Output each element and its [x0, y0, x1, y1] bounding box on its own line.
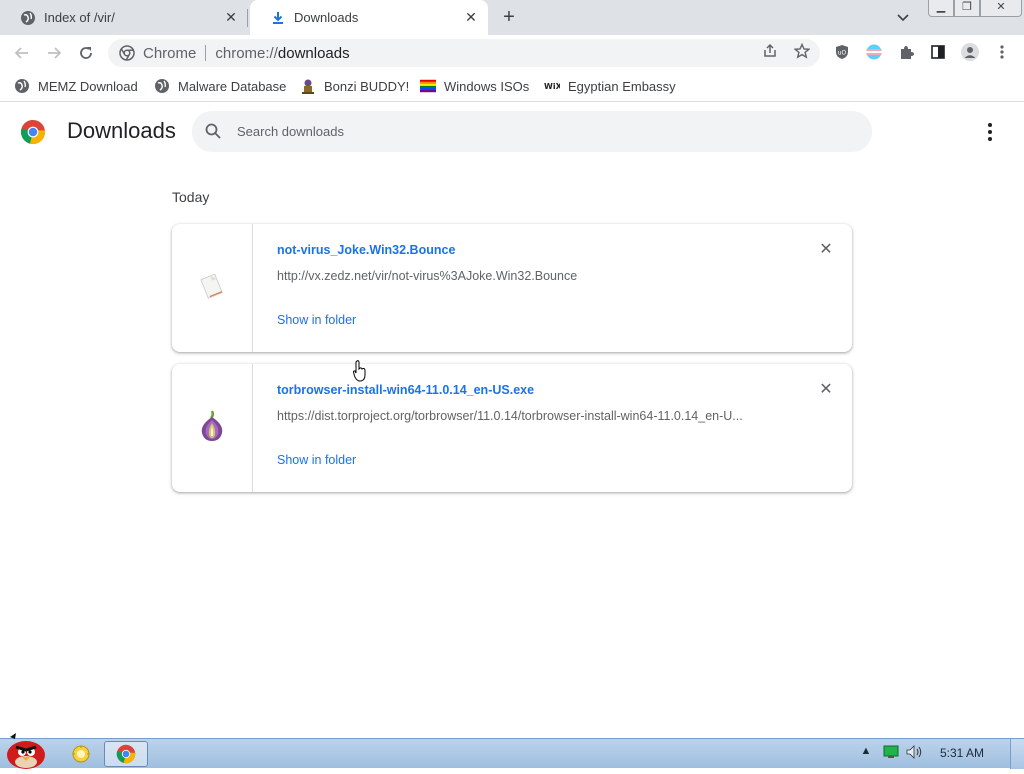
tab-title: Index of /vir/	[44, 10, 115, 25]
share-icon[interactable]	[760, 41, 780, 61]
window-close-button[interactable]: ✕	[980, 0, 1022, 17]
bookmark-memz-download[interactable]: MEMZ Download	[14, 76, 138, 96]
search-input[interactable]	[237, 124, 837, 139]
taskbar: ▲ 5:31 AM	[0, 733, 1024, 769]
chrome-logo-icon	[20, 119, 46, 145]
omnibox-divider	[205, 45, 207, 61]
bookmark-egyptian-embassy[interactable]: WiX Egyptian Embassy	[544, 76, 676, 96]
restore-button[interactable]: ❐	[954, 0, 980, 17]
remove-download-icon[interactable]: ✕	[816, 240, 836, 260]
svg-text:uO: uO	[838, 50, 847, 57]
tab-search-chevron-icon[interactable]	[896, 10, 914, 26]
minimize-button[interactable]: ▁	[928, 0, 954, 17]
downloads-page: Downloads Today not-virus_Joke.Win3	[0, 103, 1024, 738]
taskbar-clock[interactable]: 5:31 AM	[940, 746, 984, 760]
globe-icon	[14, 78, 30, 94]
rainbow-flag-icon	[420, 78, 436, 94]
bookmark-windows-isos[interactable]: Windows ISOs	[420, 76, 529, 96]
bookmark-star-icon[interactable]	[792, 41, 812, 61]
bookmark-label: Malware Database	[178, 78, 287, 94]
tab-downloads[interactable]: Downloads ✕	[250, 0, 488, 35]
site-chip: Chrome	[143, 44, 197, 62]
download-filename-link[interactable]: not-virus_Joke.Win32.Bounce	[277, 243, 455, 257]
taskbar-folder-icon[interactable]	[66, 741, 96, 767]
download-item: torbrowser-install-win64-11.0.14_en-US.e…	[172, 364, 852, 492]
bookmark-label: Egyptian Embassy	[568, 78, 676, 94]
download-source-url[interactable]: http://vx.zedz.net/vir/not-virus%3AJoke.…	[277, 269, 777, 283]
globe-icon	[154, 78, 170, 94]
tab-title: Downloads	[294, 10, 359, 25]
omnibox[interactable]: Chrome chrome://downloads	[108, 39, 820, 67]
close-tab-icon[interactable]: ✕	[224, 10, 238, 24]
forward-arrow-icon[interactable]	[42, 41, 66, 65]
more-actions-icon[interactable]	[978, 120, 1002, 144]
bookmark-label: MEMZ Download	[38, 78, 138, 94]
volume-icon[interactable]	[905, 745, 925, 759]
bonzi-icon	[300, 78, 316, 94]
bookmark-malware-database[interactable]: Malware Database	[154, 76, 286, 96]
file-icon-column	[172, 364, 253, 492]
hand-cursor-icon	[352, 360, 367, 382]
url-host: downloads	[277, 44, 350, 62]
back-arrow-icon[interactable]	[10, 41, 34, 65]
taskbar-chrome-button[interactable]	[104, 741, 148, 767]
ublock-shield-icon[interactable]: uO	[832, 42, 852, 62]
download-item: not-virus_Joke.Win32.Bounce http://vx.ze…	[172, 224, 852, 352]
chrome-page-icon	[119, 45, 135, 61]
pride-extension-icon[interactable]	[864, 42, 884, 62]
page-header: Downloads	[0, 103, 1024, 159]
url-scheme: chrome://	[215, 44, 278, 62]
chrome-menu-icon[interactable]	[992, 42, 1012, 62]
download-icon	[270, 10, 286, 26]
start-button-angry-bird-icon[interactable]	[2, 731, 50, 769]
bookmark-label: Bonzi BUDDY!	[324, 78, 410, 94]
page-title: Downloads	[67, 118, 176, 143]
file-icon-column	[172, 224, 253, 352]
reload-icon[interactable]	[74, 41, 98, 65]
wix-icon: WiX	[544, 78, 560, 94]
puzzle-extensions-icon[interactable]	[896, 42, 916, 62]
close-tab-icon[interactable]: ✕	[464, 10, 478, 24]
bookmark-label: Windows ISOs	[444, 78, 530, 94]
toolbar: Chrome chrome://downloads uO	[0, 35, 1024, 70]
tor-onion-icon	[198, 409, 226, 448]
bookmarks-bar: MEMZ Download Malware Database Bonzi BUD…	[0, 70, 1024, 102]
url-text: chrome://downloads	[215, 45, 349, 62]
side-panel-icon[interactable]	[928, 42, 948, 62]
tab-index-of-vir[interactable]: Index of /vir/ ✕	[0, 0, 248, 35]
tab-strip: Index of /vir/ ✕ Downloads ✕ + ▁ ❐ ✕	[0, 0, 1024, 35]
new-tab-button[interactable]: +	[498, 6, 520, 28]
download-filename-link[interactable]: torbrowser-install-win64-11.0.14_en-US.e…	[277, 383, 534, 397]
window-controls: ▁ ❐ ✕	[928, 0, 1022, 18]
show-desktop-button[interactable]	[1010, 739, 1024, 769]
search-icon	[204, 122, 224, 142]
chrome-logo-icon	[116, 744, 136, 764]
blank-file-icon	[195, 269, 229, 308]
tray-expand-icon[interactable]: ▲	[858, 745, 874, 757]
downloads-search-box[interactable]	[192, 111, 872, 152]
remove-download-icon[interactable]: ✕	[816, 380, 836, 400]
network-status-icon[interactable]	[882, 745, 900, 759]
bookmark-bonzi-buddy[interactable]: Bonzi BUDDY!	[300, 76, 409, 96]
date-heading: Today	[172, 189, 210, 205]
download-source-url[interactable]: https://dist.torproject.org/torbrowser/1…	[277, 409, 777, 423]
show-in-folder-link[interactable]: Show in folder	[277, 313, 356, 327]
show-in-folder-link[interactable]: Show in folder	[277, 453, 356, 467]
profile-avatar-icon[interactable]	[960, 42, 980, 62]
globe-icon	[20, 10, 36, 26]
svg-text:WiX: WiX	[544, 82, 560, 91]
